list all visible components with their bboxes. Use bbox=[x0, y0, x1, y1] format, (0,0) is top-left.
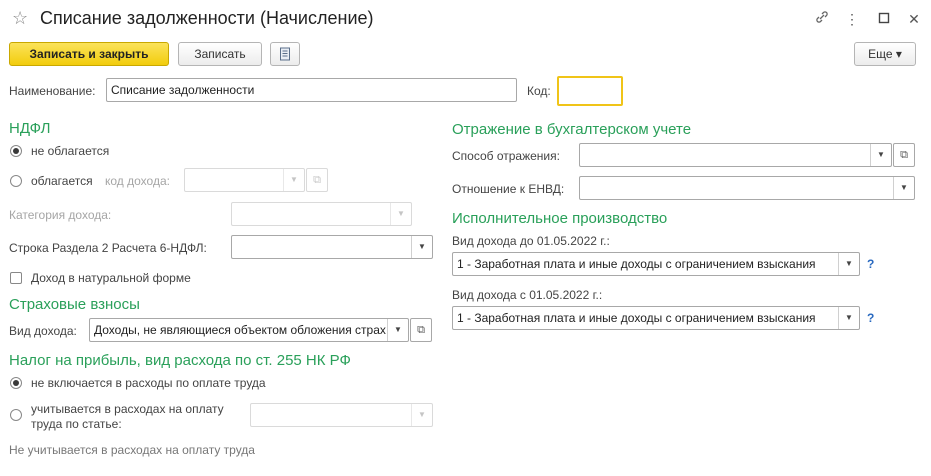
ndfl-not-taxed-radio[interactable] bbox=[10, 145, 22, 157]
insurance-heading: Страховые взносы bbox=[9, 296, 140, 313]
profit-included-label: учитывается в расходах на оплату труда п… bbox=[31, 402, 224, 431]
code-field[interactable] bbox=[557, 76, 623, 106]
insurance-income-type-label: Вид дохода: bbox=[9, 324, 77, 338]
name-field[interactable]: Списание задолженности bbox=[106, 78, 517, 102]
section2-field[interactable]: ▼ bbox=[231, 235, 433, 259]
link-icon[interactable] bbox=[812, 10, 832, 28]
name-value: Списание задолженности bbox=[111, 83, 255, 97]
envd-field[interactable]: ▼ bbox=[579, 176, 915, 200]
save-button[interactable]: Записать bbox=[178, 42, 262, 66]
income-before-label: Вид дохода до 01.05.2022 г.: bbox=[452, 234, 610, 248]
income-code-open-button[interactable]: ⧉ bbox=[306, 168, 328, 192]
in-kind-label: Доход в натуральной форме bbox=[31, 271, 191, 285]
accounting-heading: Отражение в бухгалтерском учете bbox=[452, 121, 692, 138]
in-kind-checkbox[interactable] bbox=[10, 272, 22, 284]
accounting-method-dropdown-icon[interactable]: ▼ bbox=[870, 144, 891, 166]
maximize-icon[interactable] bbox=[874, 10, 894, 28]
profit-article-field[interactable]: ▼ bbox=[250, 403, 433, 427]
name-label: Наименование: bbox=[9, 84, 96, 98]
income-category-field[interactable]: ▼ bbox=[231, 202, 412, 226]
income-code-field[interactable]: ▼ bbox=[184, 168, 305, 192]
section2-label: Строка Раздела 2 Расчета 6-НДФЛ: bbox=[9, 241, 207, 255]
profit-tax-heading: Налог на прибыль, вид расхода по ст. 255… bbox=[9, 352, 351, 369]
document-list-button[interactable] bbox=[270, 42, 300, 66]
more-icon[interactable]: ⋮ bbox=[842, 10, 862, 28]
more-button[interactable]: Еще ▾ bbox=[854, 42, 916, 66]
insurance-income-type-dropdown-icon[interactable]: ▼ bbox=[387, 319, 408, 341]
income-category-dropdown-icon[interactable]: ▼ bbox=[390, 203, 411, 225]
save-and-close-button[interactable]: Записать и закрыть bbox=[9, 42, 169, 66]
section2-dropdown-icon[interactable]: ▼ bbox=[411, 236, 432, 258]
insurance-income-type-open-button[interactable]: ⧉ bbox=[410, 318, 432, 342]
envd-dropdown-icon[interactable]: ▼ bbox=[893, 177, 914, 199]
profit-note: Не учитывается в расходах на оплату труд… bbox=[9, 443, 255, 457]
profit-included-radio[interactable] bbox=[10, 409, 22, 421]
enforcement-heading: Исполнительное производство bbox=[452, 210, 668, 227]
page-title: Списание задолженности (Начисление) bbox=[40, 8, 374, 28]
ndfl-taxed-radio[interactable] bbox=[10, 175, 22, 187]
accounting-method-label: Способ отражения: bbox=[452, 149, 560, 163]
accounting-method-open-button[interactable]: ⧉ bbox=[893, 143, 915, 167]
income-after-value: 1 - Заработная плата и иные доходы с огр… bbox=[457, 311, 816, 325]
income-after-label: Вид дохода с 01.05.2022 г.: bbox=[452, 288, 603, 302]
income-before-field[interactable]: 1 - Заработная плата и иные доходы с огр… bbox=[452, 252, 860, 276]
close-icon[interactable]: ✕ bbox=[904, 10, 924, 28]
insurance-income-type-field[interactable]: Доходы, не являющиеся объектом обложения… bbox=[89, 318, 409, 342]
envd-label: Отношение к ЕНВД: bbox=[452, 182, 565, 196]
code-label: Код: bbox=[527, 84, 551, 98]
income-after-field[interactable]: 1 - Заработная плата и иные доходы с огр… bbox=[452, 306, 860, 330]
income-before-help-icon[interactable]: ? bbox=[867, 257, 874, 271]
profit-article-dropdown-icon[interactable]: ▼ bbox=[411, 404, 432, 426]
ndfl-taxed-label: облагается bbox=[31, 174, 93, 188]
profit-not-included-label: не включается в расходы по оплате труда bbox=[31, 376, 266, 390]
document-icon bbox=[279, 47, 291, 64]
profit-not-included-radio[interactable] bbox=[10, 377, 22, 389]
insurance-income-type-value: Доходы, не являющиеся объектом обложения… bbox=[94, 323, 386, 337]
income-before-dropdown-icon[interactable]: ▼ bbox=[838, 253, 859, 275]
income-code-dropdown-icon[interactable]: ▼ bbox=[283, 169, 304, 191]
income-after-help-icon[interactable]: ? bbox=[867, 311, 874, 325]
income-after-dropdown-icon[interactable]: ▼ bbox=[838, 307, 859, 329]
income-before-value: 1 - Заработная плата и иные доходы с огр… bbox=[457, 257, 816, 271]
ndfl-heading: НДФЛ bbox=[9, 120, 51, 137]
favorite-star-icon[interactable]: ☆ bbox=[12, 8, 28, 29]
ndfl-not-taxed-label: не облагается bbox=[31, 144, 110, 158]
accounting-method-field[interactable]: ▼ bbox=[579, 143, 892, 167]
income-category-label: Категория дохода: bbox=[9, 208, 112, 222]
income-code-label: код дохода: bbox=[105, 174, 170, 188]
